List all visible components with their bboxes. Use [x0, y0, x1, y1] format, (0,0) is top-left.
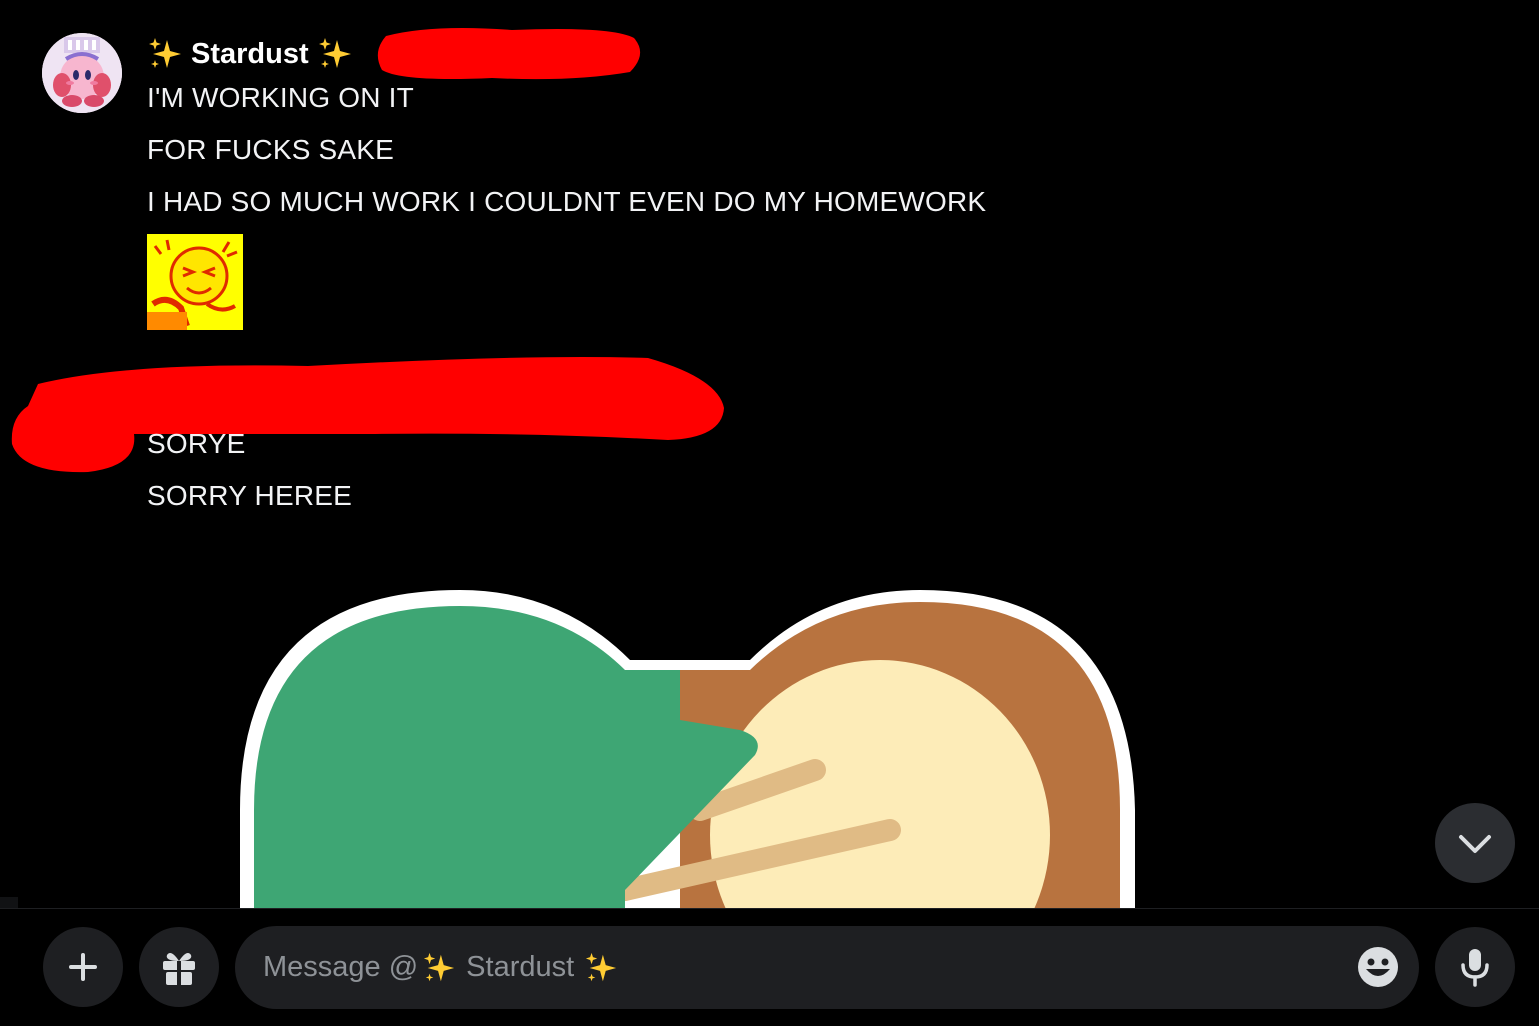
message-line: FOR FUCKS SAKE — [147, 134, 395, 165]
green-and-tan-shape-sticker[interactable] — [230, 580, 1150, 908]
sparkles-icon — [149, 38, 181, 68]
yellow-laughing-face-emoji[interactable] — [147, 234, 243, 330]
sparkles-icon — [586, 952, 617, 981]
placeholder-prefix: Message @ — [263, 951, 419, 983]
username-text: Stardust — [191, 37, 309, 70]
message-input-placeholder: Message @ Stardust — [263, 951, 618, 985]
smiley-icon — [1358, 947, 1398, 987]
message-line: SORRY HEREE — [147, 480, 353, 511]
plus-icon — [69, 953, 97, 981]
chat-area: Stardust I'M WORKING ON IT FOR FUCKS SAK… — [0, 0, 1539, 908]
username[interactable]: Stardust — [147, 36, 353, 72]
chevron-down-icon — [1459, 835, 1491, 853]
message-line: SORYE — [147, 428, 246, 459]
gift-icon — [163, 953, 195, 985]
add-attachment-button[interactable] — [43, 927, 123, 1007]
message-input[interactable]: Message @ Stardust — [235, 926, 1419, 1009]
kirby-avatar-icon — [42, 33, 122, 113]
redaction-mark — [377, 28, 641, 80]
sparkles-icon — [318, 38, 351, 68]
sparkles-icon — [424, 952, 455, 981]
redaction-mark — [11, 357, 725, 473]
gift-button[interactable] — [139, 927, 219, 1007]
avatar[interactable] — [42, 33, 122, 113]
message-line: I HAD SO MUCH WORK I COULDNT EVEN DO MY … — [147, 186, 987, 217]
emoji-picker-button[interactable] — [1356, 945, 1400, 989]
placeholder-name: Stardust — [466, 951, 575, 983]
message-header: Stardust — [147, 34, 353, 74]
voice-message-button[interactable] — [1435, 927, 1515, 1007]
microphone-icon — [1461, 949, 1489, 987]
jump-to-present-button[interactable] — [1435, 803, 1515, 883]
message-line: I'M WORKING ON IT — [147, 82, 414, 113]
